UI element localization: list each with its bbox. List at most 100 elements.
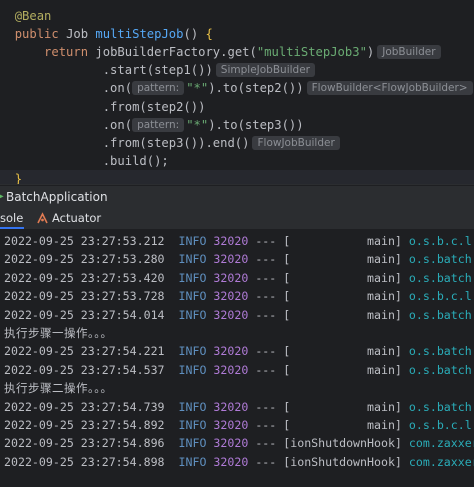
log-timestamp: 2022-09-25 23:27:54.896 (4, 436, 165, 451)
log-level: INFO (178, 307, 207, 322)
log-level: INFO (178, 234, 207, 248)
log-thread: [ main] (283, 270, 402, 285)
code-line[interactable]: .from(step2()) (0, 98, 206, 116)
inlay-hint: pattern: (132, 117, 185, 132)
inlay-hint: FlowJobBuilder (252, 135, 340, 150)
log-logger[interactable]: o.s.batch.cor (409, 271, 474, 285)
code-token: ) (366, 45, 375, 60)
log-timestamp: 2022-09-25 23:27:53.728 (4, 289, 165, 304)
log-separator: --- (255, 344, 277, 359)
log-thread: [ main] (283, 362, 402, 377)
code-token: jobBuilderFactory (95, 45, 221, 60)
log-thread: [ main] (283, 307, 402, 322)
log-level: INFO (178, 454, 207, 469)
log-pid: 32020 (213, 289, 249, 304)
code-token: "multiStepJob3" (256, 45, 367, 60)
code-token: .on( (0, 117, 133, 132)
log-line: 2022-09-25 23:27:53.728 INFO 32020 --- [… (4, 287, 474, 305)
code-line[interactable]: return jobBuilderFactory.get("multiStepJ… (0, 43, 441, 61)
log-logger[interactable]: o.s.batch.cor (409, 308, 474, 322)
run-window-tabs: sole Actuator (0, 208, 474, 230)
log-separator: --- (255, 454, 277, 469)
log-pid: 32020 (213, 344, 249, 359)
inlay-hint: JobBuilder (377, 45, 441, 60)
log-level: INFO (178, 344, 207, 359)
code-line[interactable]: .start(step1()) SimpleJobBuilder (0, 61, 315, 79)
code-token: .on( (0, 81, 133, 96)
code-token: "*" (186, 81, 209, 96)
log-separator: --- (255, 234, 277, 248)
code-token: .start(step1()) (0, 63, 213, 78)
log-logger[interactable]: o.s.b.c.l.sup (409, 289, 474, 303)
log-separator: --- (255, 418, 277, 432)
inlay-hint: pattern: (132, 81, 185, 96)
code-line[interactable]: .from(step3()).end() FlowJobBuilder (0, 134, 340, 152)
run-tool-window-header[interactable]: ▶ BatchApplication (0, 185, 474, 208)
code-line[interactable]: } (0, 169, 474, 184)
log-logger[interactable]: o.s.b.c.l.sup (409, 418, 474, 432)
code-token: ).to(step2()) (208, 81, 304, 96)
console-output[interactable]: 2022-09-25 23:27:53.212 INFO 32020 --- [… (0, 230, 474, 487)
log-level: INFO (178, 436, 207, 451)
stdout-line: 执行步骤一操作。。。 (4, 326, 113, 340)
log-thread: [ main] (283, 399, 402, 414)
code-line[interactable]: @Bean (0, 7, 52, 25)
log-line: 2022-09-25 23:27:53.420 INFO 32020 --- [… (4, 269, 474, 287)
log-line: 2022-09-25 23:27:54.892 INFO 32020 --- [… (4, 416, 474, 434)
log-thread: [ionShutdownHook] (283, 454, 402, 469)
log-logger[interactable]: o.s.batch.cor (409, 252, 474, 266)
code-line[interactable]: .build(); (0, 152, 169, 170)
code-token: public (14, 27, 67, 42)
log-separator: --- (255, 289, 277, 304)
log-pid: 32020 (213, 234, 249, 248)
code-token: { (205, 27, 213, 42)
stdout-line: 执行步骤二操作。。。 (4, 381, 113, 396)
log-timestamp: 2022-09-25 23:27:53.212 (4, 234, 165, 248)
code-token: Job (66, 27, 96, 42)
code-token: @Bean (14, 9, 52, 23)
actuator-icon (37, 212, 48, 224)
code-token: () (183, 27, 206, 42)
log-thread: [ionShutdownHook] (283, 436, 402, 451)
code-line[interactable]: public Job multiStepJob() { (0, 25, 213, 43)
log-logger[interactable]: o.s.batch.cor (409, 400, 474, 414)
log-logger[interactable]: com.zaxxer.hi (409, 455, 474, 469)
log-line: 2022-09-25 23:27:54.739 INFO 32020 --- [… (4, 398, 474, 416)
log-line: 2022-09-25 23:27:54.221 INFO 32020 --- [… (4, 342, 474, 360)
log-logger[interactable]: o.s.batch.cor (409, 363, 474, 377)
code-line[interactable]: .on(pattern: "*").to(step2()) FlowBuilder<… (0, 79, 473, 97)
code-token: } (14, 171, 23, 184)
log-thread: [ main] (283, 344, 402, 359)
log-thread: [ main] (283, 418, 402, 432)
code-token: multiStepJob (95, 27, 184, 42)
log-line: 2022-09-25 23:27:53.212 INFO 32020 --- [… (4, 232, 474, 250)
code-token: return (44, 45, 96, 60)
run-config-title[interactable]: BatchApplication (6, 186, 108, 208)
log-logger[interactable]: com.zaxxer.hi (409, 436, 474, 450)
log-timestamp: 2022-09-25 23:27:54.537 (4, 362, 165, 377)
log-pid: 32020 (213, 418, 249, 432)
tab-console[interactable]: sole (0, 208, 24, 229)
log-separator: --- (255, 436, 277, 451)
log-level: INFO (178, 399, 207, 414)
code-token: .build(); (0, 153, 169, 168)
log-separator: --- (255, 362, 277, 377)
log-level: INFO (178, 362, 207, 377)
log-level: INFO (178, 289, 207, 304)
code-token: .get( (220, 45, 257, 60)
inlay-hint: FlowBuilder<FlowJobBuilder> (306, 81, 473, 96)
log-logger[interactable]: o.s.batch.cor (409, 344, 474, 358)
log-level: INFO (178, 270, 207, 285)
log-logger[interactable]: o.s.b.c.l.sup (409, 234, 474, 248)
log-separator: --- (255, 399, 277, 414)
code-token: .from(step3()).end() (0, 135, 250, 150)
code-line[interactable]: .on(pattern: "*").to(step3()) (0, 116, 304, 134)
tab-console-label: sole (0, 211, 24, 225)
code-editor[interactable]: @Bean public Job multiStepJob() { return… (0, 0, 474, 184)
log-pid: 32020 (213, 270, 249, 285)
log-pid: 32020 (213, 307, 249, 322)
tab-actuator[interactable]: Actuator (36, 208, 101, 229)
